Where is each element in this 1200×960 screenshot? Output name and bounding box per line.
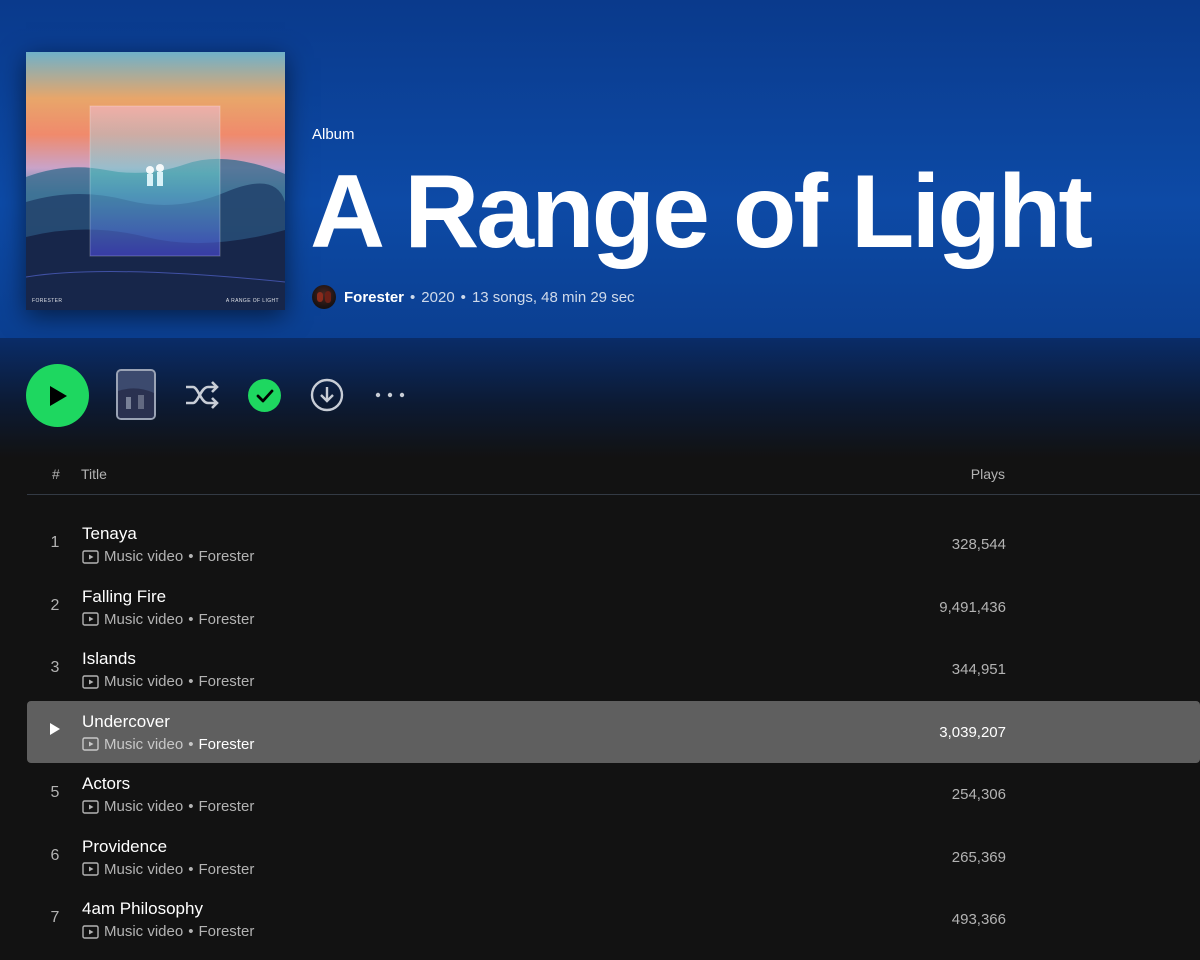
track-plays: 493,366 [951,911,1006,928]
track-plays: 3,039,207 [939,723,1006,741]
track-subtitle: Music video • Forester [82,861,254,878]
track-plays: 9,491,436 [939,598,1006,616]
track-title[interactable]: 4am Philosophy [82,899,203,919]
album-summary: 13 songs, 48 min 29 sec [471,288,635,306]
video-thumbnail-icon [118,371,154,418]
action-bar [0,338,1200,458]
track-number: 5 [50,784,60,801]
track-row[interactable]: Undercover Music video • Forester 3,039,… [27,700,1200,763]
column-number: # [52,466,60,482]
music-video-icon [82,862,99,876]
column-plays[interactable]: Plays [971,466,1005,482]
track-subtitle: Music video • Forester [82,548,254,565]
track-row[interactable]: 3 Islands Music video • Forester 344,951 [27,638,1200,701]
track-title[interactable]: Islands [82,649,136,669]
track-plays: 328,544 [951,536,1006,553]
play-button[interactable] [26,364,89,427]
track-row[interactable]: 5 Actors Music video • Forester 254,306 [27,763,1200,826]
meta-separator: • [410,288,416,306]
subtitle-separator: • [188,798,194,815]
music-video-icon [82,799,99,814]
track-row[interactable]: 2 Falling Fire Music video • Forester 9,… [27,576,1200,639]
track-artist-link[interactable]: Forester [198,736,254,753]
album-cover-art [26,52,285,310]
shuffle-button[interactable] [183,379,221,411]
track-title[interactable]: Tenaya [82,524,137,544]
music-video-label: Music video [104,735,184,753]
music-video-icon [82,674,99,689]
column-title[interactable]: Title [81,466,107,482]
track-plays: 254,306 [951,786,1006,803]
track-plays: 344,951 [951,661,1006,678]
track-title[interactable]: Providence [82,837,167,857]
music-video-label: Music video [104,798,184,815]
track-artist-link[interactable]: Forester [198,548,254,565]
track-title[interactable]: Undercover [82,712,170,732]
album-info: Album [312,126,355,143]
subtitle-separator: • [188,735,194,753]
album-type-label: Album [312,126,355,143]
row-play-icon[interactable] [49,722,61,736]
saved-button[interactable] [248,379,281,412]
check-circle-icon [256,389,273,402]
track-number[interactable] [43,722,67,741]
track-subtitle: Music video • Forester [82,736,254,753]
track-subtitle: Music video • Forester [82,923,254,940]
track-row[interactable]: 6 Providence Music video • Forester 265,… [27,826,1200,889]
music-video-icon [82,612,99,626]
track-number: 6 [50,846,60,864]
track-artist-link[interactable]: Forester [198,673,254,690]
track-title[interactable]: Actors [82,774,130,794]
music-video-icon [82,924,99,939]
cover-title-text: A RANGE OF LIGHT [225,298,279,304]
download-icon [310,378,344,412]
track-artist-link[interactable]: Forester [198,798,254,815]
music-video-icon [82,737,99,751]
track-artist-link[interactable]: Forester [198,861,254,878]
track-table-header: # Title Plays [27,458,1200,495]
download-button[interactable] [310,378,344,412]
play-icon [49,385,67,406]
track-list: 1 Tenaya Music video • Forester 328,544 … [27,513,1200,951]
album-meta: Forester • 2020 • 13 songs, 48 min 29 se… [312,284,635,310]
artist-avatar[interactable] [312,285,336,309]
track-title[interactable]: Falling Fire [82,587,166,607]
track-artist-link[interactable]: Forester [198,611,254,628]
music-video-label: Music video [104,673,184,690]
music-video-label: Music video [104,610,184,628]
track-row[interactable]: 1 Tenaya Music video • Forester 328,544 [27,513,1200,576]
more-options-button[interactable] [374,382,406,408]
music-video-label: Music video [104,548,184,565]
track-subtitle: Music video • Forester [82,798,254,815]
subtitle-separator: • [188,860,194,878]
track-plays: 265,369 [951,848,1006,866]
music-video-icon [82,549,99,564]
subtitle-separator: • [188,923,194,940]
album-cover[interactable]: FORESTER A RANGE OF LIGHT [26,52,285,310]
track-subtitle: Music video • Forester [82,673,254,690]
artist-link[interactable]: Forester [344,289,404,306]
track-number: 2 [50,596,60,614]
subtitle-separator: • [188,548,194,565]
subtitle-separator: • [188,673,194,690]
subtitle-separator: • [188,610,194,628]
album-year: 2020 [421,288,455,306]
track-number: 7 [50,909,60,926]
track-number: 3 [50,659,60,676]
music-video-label: Music video [104,923,184,940]
track-artist-link[interactable]: Forester [198,923,254,940]
more-horizontal-icon [375,392,405,398]
shuffle-icon [186,381,219,409]
track-subtitle: Music video • Forester [82,611,254,628]
video-thumbnail-button[interactable] [116,369,156,420]
track-row[interactable]: 7 4am Philosophy Music video • Forester … [27,888,1200,951]
music-video-label: Music video [104,860,184,878]
album-title: A Range of Light [310,154,1093,270]
cover-artist-text: FORESTER [32,298,63,304]
album-header: FORESTER A RANGE OF LIGHT Album A Range … [0,0,1200,338]
track-number: 1 [50,534,60,551]
meta-separator: • [460,288,466,306]
